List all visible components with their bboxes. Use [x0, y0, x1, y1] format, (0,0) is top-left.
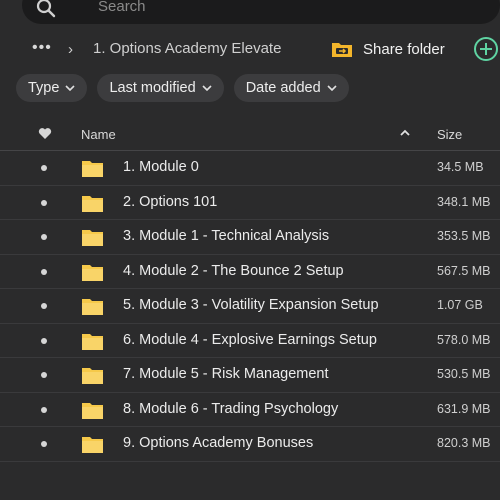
chevron-down-icon	[327, 85, 337, 91]
file-size: 353.5 MB	[437, 229, 491, 243]
chevron-down-icon	[65, 85, 76, 91]
breadcrumb-current-folder[interactable]: 1. Options Academy Elevate	[93, 40, 281, 57]
folder-icon	[82, 402, 103, 419]
filter-bar: Type Last modified Date added	[16, 74, 349, 102]
favorite-dot[interactable]	[41, 199, 47, 206]
table-row[interactable]: 3. Module 1 - Technical Analysis 353.5 M…	[0, 220, 500, 255]
file-name: 5. Module 3 - Volatility Expansion Setup	[123, 297, 379, 313]
file-name: 9. Options Academy Bonuses	[123, 435, 314, 451]
table-row[interactable]: 1. Module 0 34.5 MB	[0, 151, 500, 186]
heart-icon[interactable]	[38, 127, 52, 140]
more-options-button[interactable]: •••	[32, 40, 52, 56]
favorite-dot[interactable]	[41, 372, 47, 378]
file-list: 1. Module 0 34.5 MB 2. Options 101 348.1…	[0, 151, 500, 462]
favorite-dot[interactable]	[41, 268, 47, 275]
share-folder-label: Share folder	[363, 40, 445, 58]
file-size: 578.0 MB	[437, 332, 491, 347]
file-name: 8. Module 6 - Trading Psychology	[123, 400, 339, 417]
folder-icon	[82, 161, 103, 177]
file-size: 34.5 MB	[437, 160, 484, 174]
plus-circle-icon[interactable]	[473, 36, 499, 62]
folder-icon	[82, 437, 103, 453]
favorite-dot[interactable]	[41, 406, 47, 413]
search-bar[interactable]: Search	[22, 0, 500, 24]
favorite-dot[interactable]	[41, 234, 47, 240]
folder-icon	[82, 368, 103, 384]
column-header-size[interactable]: Size	[437, 127, 462, 142]
file-name: 4. Module 2 - The Bounce 2 Setup	[123, 262, 344, 279]
table-row[interactable]: 6. Module 4 - Explosive Earnings Setup 5…	[0, 324, 500, 358]
table-row[interactable]: 2. Options 101 348.1 MB	[0, 186, 500, 220]
file-name: 7. Module 5 - Risk Management	[123, 366, 329, 382]
search-input[interactable]: Search	[98, 0, 146, 15]
file-size: 348.1 MB	[437, 194, 491, 209]
breadcrumb: ••• › 1. Options Academy Elevate Share f…	[0, 32, 500, 66]
chevron-right-icon: ›	[68, 41, 73, 58]
folder-icon	[82, 264, 103, 281]
filter-last-modified-label: Last modified	[109, 80, 196, 96]
table-row[interactable]: 8. Module 6 - Trading Psychology 631.9 M…	[0, 393, 500, 427]
filter-type[interactable]: Type	[16, 74, 88, 102]
share-folder-button[interactable]: Share folder	[331, 37, 445, 61]
chevron-down-icon	[202, 85, 212, 91]
favorite-dot[interactable]	[41, 303, 47, 309]
folder-icon	[82, 195, 103, 212]
table-row[interactable]: 7. Module 5 - Risk Management 530.5 MB	[0, 358, 500, 393]
table-header: Name Size	[0, 117, 500, 151]
file-name: 3. Module 1 - Technical Analysis	[123, 228, 330, 244]
file-size: 1.07 GB	[437, 298, 483, 312]
table-row[interactable]: 9. Options Academy Bonuses 820.3 MB	[0, 427, 500, 462]
filter-date-added-label: Date added	[245, 80, 321, 96]
file-size: 631.9 MB	[437, 401, 491, 416]
folder-icon	[82, 333, 103, 350]
favorite-dot[interactable]	[41, 165, 47, 171]
folder-icon	[82, 230, 103, 246]
favorite-dot[interactable]	[41, 337, 47, 344]
filter-date-added[interactable]: Date added	[233, 74, 349, 102]
favorite-dot[interactable]	[41, 441, 47, 447]
sort-ascending-icon[interactable]	[400, 129, 410, 136]
file-name: 1. Module 0	[123, 159, 199, 175]
share-folder-icon	[332, 43, 352, 57]
search-icon	[36, 0, 56, 18]
file-size: 567.5 MB	[437, 263, 491, 278]
filter-last-modified[interactable]: Last modified	[97, 74, 224, 102]
table-row[interactable]: 4. Module 2 - The Bounce 2 Setup 567.5 M…	[0, 255, 500, 289]
filter-type-label: Type	[28, 80, 60, 96]
table-row[interactable]: 5. Module 3 - Volatility Expansion Setup…	[0, 289, 500, 324]
column-header-name[interactable]: Name	[81, 127, 116, 142]
folder-icon	[82, 299, 103, 315]
file-name: 2. Options 101	[123, 193, 218, 210]
file-name: 6. Module 4 - Explosive Earnings Setup	[123, 331, 377, 348]
file-size: 820.3 MB	[437, 436, 491, 450]
file-size: 530.5 MB	[437, 367, 491, 381]
